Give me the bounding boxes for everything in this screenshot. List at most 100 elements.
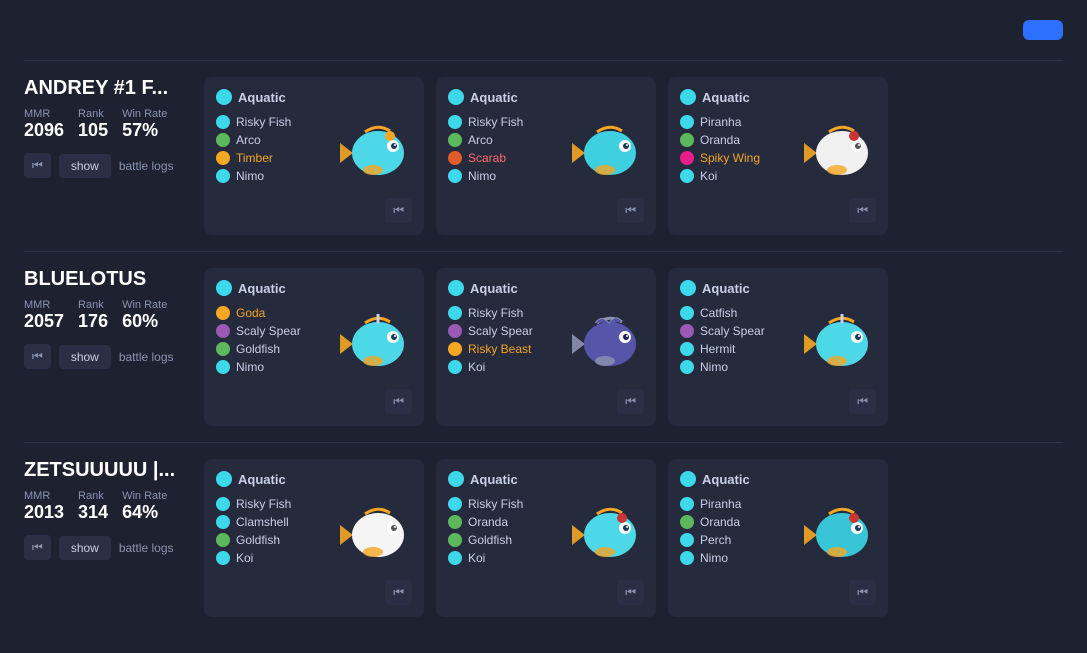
axie-name-1-0-3: Nimo: [236, 360, 264, 374]
axie-entry-1-0-1: Scaly Spear: [216, 324, 324, 338]
card-type-1-0: Aquatic: [216, 280, 412, 296]
card-content-1-0: Goda Scaly Spear Goldfish Nimo: [216, 306, 412, 381]
axie-entry-1-2-3: Nimo: [680, 360, 788, 374]
rank-label: Rank: [78, 490, 108, 502]
card-content-0-2: Piranha Oranda Spiky Wing Koi: [680, 115, 876, 190]
mmr-label: MMR: [24, 490, 64, 502]
axie-image-1-1: [564, 306, 644, 381]
wr-label: Win Rate: [122, 490, 167, 502]
axie-list-1-1: Risky Fish Scaly Spear Risky Beast Koi: [448, 306, 556, 381]
card-bottom-0-2: ⏮: [680, 198, 876, 223]
logs-button-2[interactable]: battle logs: [119, 541, 174, 555]
card-content-0-1: Risky Fish Arco Scarab Nimo: [448, 115, 644, 190]
card-type-label-2-0: Aquatic: [238, 472, 286, 487]
axie-type-icon-0-0-0: [216, 115, 230, 129]
axie-list-2-2: Piranha Oranda Perch Nimo: [680, 497, 788, 572]
axie-type-icon-2-1-2: [448, 533, 462, 547]
wr-label: Win Rate: [122, 299, 167, 311]
card-type-0-2: Aquatic: [680, 89, 876, 105]
wr-value: 64%: [122, 502, 167, 523]
wr-value: 60%: [122, 311, 167, 332]
card-type-label-1-0: Aquatic: [238, 281, 286, 296]
axie-entry-1-2-1: Scaly Spear: [680, 324, 788, 338]
axie-name-2-1-0: Risky Fish: [468, 497, 523, 511]
axie-type-icon-1-1-2: [448, 342, 462, 356]
card-play-button-0-1[interactable]: ⏮: [617, 198, 644, 223]
axie-entry-2-1-1: Oranda: [448, 515, 556, 529]
mmr-value: 2013: [24, 502, 64, 523]
axie-name-1-0-1: Scaly Spear: [236, 324, 301, 338]
want-more-button[interactable]: [1023, 20, 1063, 40]
mmr-value: 2057: [24, 311, 64, 332]
card-content-0-0: Risky Fish Arco Timber Nimo: [216, 115, 412, 190]
aquatic-type-icon-1-0: [216, 280, 232, 296]
show-button-0[interactable]: show: [59, 154, 111, 178]
axie-type-icon-2-0-2: [216, 533, 230, 547]
aquatic-type-icon-0-0: [216, 89, 232, 105]
team-name-0: ANDREY #1 F...: [24, 77, 184, 100]
axie-type-icon-2-0-3: [216, 551, 230, 565]
axie-name-1-2-1: Scaly Spear: [700, 324, 765, 338]
play-button-0[interactable]: ⏮: [24, 153, 51, 178]
team-card-0-1: Aquatic Risky Fish Arco Scarab Nimo: [436, 77, 656, 235]
axie-entry-2-0-1: Clamshell: [216, 515, 324, 529]
card-play-button-2-1[interactable]: ⏮: [617, 580, 644, 605]
play-button-2[interactable]: ⏮: [24, 535, 51, 560]
axie-entry-0-2-0: Piranha: [680, 115, 788, 129]
team-info-1: BLUELOTUS MMR 2057 Rank 176 Win Rate 60%…: [24, 268, 184, 369]
mmr-label: MMR: [24, 299, 64, 311]
axie-name-0-0-0: Risky Fish: [236, 115, 291, 129]
axie-image-2-2: [796, 497, 876, 572]
axie-name-1-1-2: Risky Beast: [468, 342, 531, 356]
axie-list-2-1: Risky Fish Oranda Goldfish Koi: [448, 497, 556, 572]
axie-name-2-2-0: Piranha: [700, 497, 741, 511]
axie-entry-1-0-3: Nimo: [216, 360, 324, 374]
card-play-button-2-2[interactable]: ⏮: [849, 580, 876, 605]
card-play-button-0-2[interactable]: ⏮: [849, 198, 876, 223]
card-type-2-1: Aquatic: [448, 471, 644, 487]
card-play-button-1-1[interactable]: ⏮: [617, 389, 644, 414]
card-play-button-0-0[interactable]: ⏮: [385, 198, 412, 223]
aquatic-type-icon-1-2: [680, 280, 696, 296]
card-play-button-1-0[interactable]: ⏮: [385, 389, 412, 414]
axie-name-1-2-0: Catfish: [700, 306, 737, 320]
logs-button-1[interactable]: battle logs: [119, 350, 174, 364]
rank-value: 105: [78, 120, 108, 141]
axie-list-0-1: Risky Fish Arco Scarab Nimo: [448, 115, 556, 190]
card-type-label-1-2: Aquatic: [702, 281, 750, 296]
card-play-button-1-2[interactable]: ⏮: [849, 389, 876, 414]
show-button-1[interactable]: show: [59, 345, 111, 369]
axie-type-icon-0-1-0: [448, 115, 462, 129]
axie-entry-2-2-3: Nimo: [680, 551, 788, 565]
wr-label: Win Rate: [122, 108, 167, 120]
axie-entry-0-2-3: Koi: [680, 169, 788, 183]
axie-type-icon-2-1-1: [448, 515, 462, 529]
card-play-button-2-0[interactable]: ⏮: [385, 580, 412, 605]
card-type-0-0: Aquatic: [216, 89, 412, 105]
team-card-1-0: Aquatic Goda Scaly Spear Goldfish Nimo: [204, 268, 424, 426]
logs-button-0[interactable]: battle logs: [119, 159, 174, 173]
axie-name-2-0-3: Koi: [236, 551, 253, 565]
axie-name-0-2-1: Oranda: [700, 133, 740, 147]
aquatic-type-icon-2-0: [216, 471, 232, 487]
card-bottom-2-2: ⏮: [680, 580, 876, 605]
axie-type-icon-2-0-0: [216, 497, 230, 511]
axie-type-icon-2-2-0: [680, 497, 694, 511]
show-button-2[interactable]: show: [59, 536, 111, 560]
axie-name-1-0-0: Goda: [236, 306, 265, 320]
play-button-1[interactable]: ⏮: [24, 344, 51, 369]
axie-list-1-0: Goda Scaly Spear Goldfish Nimo: [216, 306, 324, 381]
axie-name-1-1-3: Koi: [468, 360, 485, 374]
aquatic-type-icon-1-1: [448, 280, 464, 296]
axie-name-2-0-2: Goldfish: [236, 533, 280, 547]
team-actions-2: ⏮ show battle logs: [24, 535, 184, 560]
main-container: ANDREY #1 F... MMR 2096 Rank 105 Win Rat…: [0, 0, 1087, 653]
axie-image-2-1: [564, 497, 644, 572]
axie-entry-0-0-3: Nimo: [216, 169, 324, 183]
axie-name-0-2-3: Koi: [700, 169, 717, 183]
axie-name-2-1-2: Goldfish: [468, 533, 512, 547]
axie-type-icon-1-0-3: [216, 360, 230, 374]
team-card-1-1: Aquatic Risky Fish Scaly Spear Risky Bea…: [436, 268, 656, 426]
card-bottom-1-2: ⏮: [680, 389, 876, 414]
team-card-2-1: Aquatic Risky Fish Oranda Goldfish Koi: [436, 459, 656, 617]
